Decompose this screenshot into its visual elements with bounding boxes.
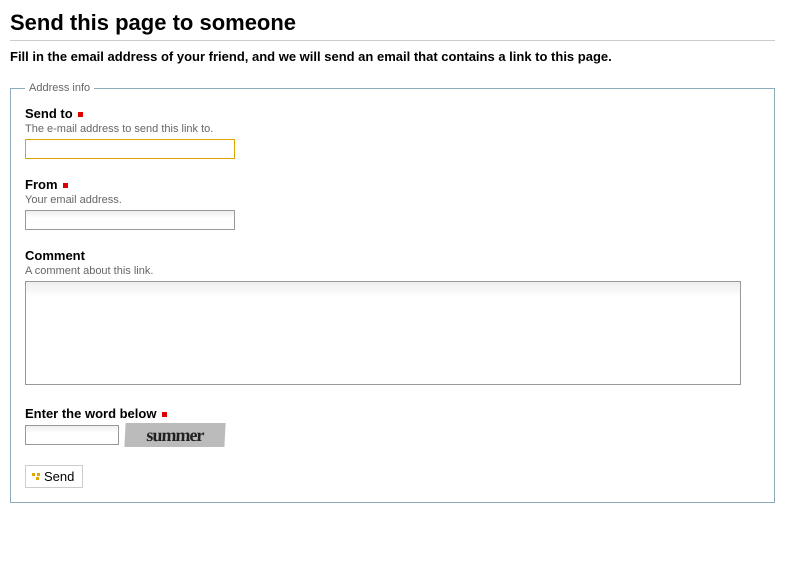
- send-to-label-text: Send to: [25, 106, 73, 121]
- comment-help: A comment about this link.: [25, 265, 760, 277]
- captcha-image: summer: [124, 423, 225, 447]
- page-title: Send this page to someone: [10, 10, 775, 41]
- captcha-input[interactable]: [25, 425, 119, 445]
- form-instructions: Fill in the email address of your friend…: [10, 49, 775, 64]
- from-help: Your email address.: [25, 194, 760, 206]
- from-group: From Your email address.: [25, 177, 760, 230]
- captcha-label: Enter the word below: [25, 406, 760, 421]
- send-icon: [32, 473, 40, 481]
- address-info-fieldset: Address info Send to The e-mail address …: [10, 82, 775, 503]
- send-to-label: Send to: [25, 106, 760, 121]
- comment-label-text: Comment: [25, 248, 85, 263]
- send-to-input[interactable]: [25, 139, 235, 159]
- required-marker-icon: [162, 412, 167, 417]
- from-label-text: From: [25, 177, 58, 192]
- comment-label: Comment: [25, 248, 760, 263]
- send-button-label: Send: [44, 469, 74, 484]
- from-label: From: [25, 177, 760, 192]
- comment-group: Comment A comment about this link.: [25, 248, 760, 388]
- fieldset-legend: Address info: [25, 82, 94, 94]
- send-to-help: The e-mail address to send this link to.: [25, 123, 760, 135]
- captcha-group: Enter the word below summer: [25, 406, 760, 447]
- send-button[interactable]: Send: [25, 465, 83, 488]
- required-marker-icon: [63, 183, 68, 188]
- captcha-label-text: Enter the word below: [25, 406, 156, 421]
- send-to-group: Send to The e-mail address to send this …: [25, 106, 760, 159]
- comment-textarea[interactable]: [25, 281, 741, 385]
- required-marker-icon: [78, 112, 83, 117]
- from-input[interactable]: [25, 210, 235, 230]
